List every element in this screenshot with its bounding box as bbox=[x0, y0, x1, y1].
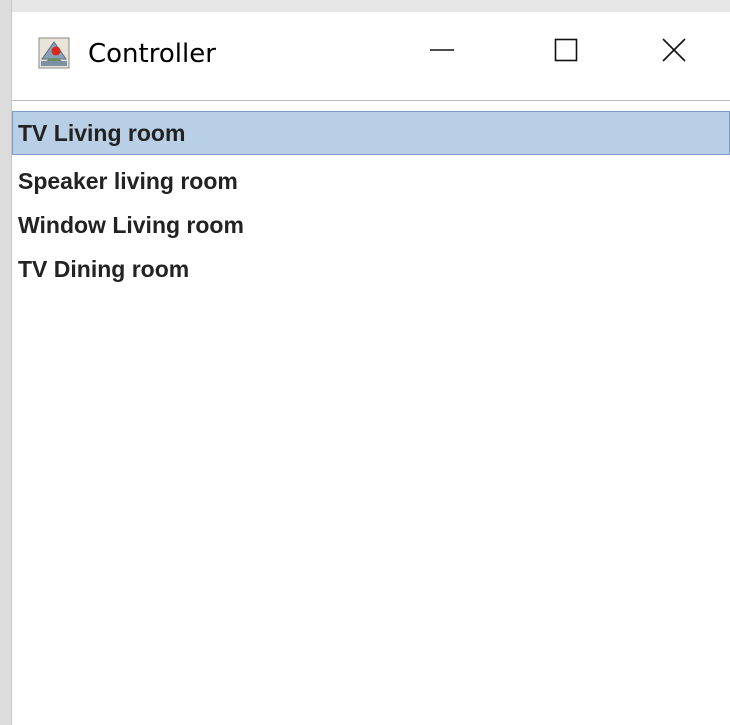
maximize-button[interactable] bbox=[538, 24, 594, 80]
list-item-label: Speaker living room bbox=[18, 168, 238, 194]
list-item-label: TV Dining room bbox=[18, 256, 190, 282]
maximize-icon bbox=[554, 38, 578, 67]
list-item-label: TV Living room bbox=[18, 120, 186, 146]
title-bar[interactable]: Controller bbox=[12, 12, 730, 100]
java-app-icon bbox=[38, 37, 70, 69]
list-item[interactable]: TV Living room bbox=[12, 111, 730, 155]
window-left-border[interactable] bbox=[0, 0, 12, 725]
window-title: Controller bbox=[88, 39, 216, 69]
list-item[interactable]: Window Living room bbox=[12, 203, 730, 247]
list-item[interactable]: Speaker living room bbox=[12, 159, 730, 203]
minimize-icon bbox=[429, 37, 455, 68]
controller-window: Controller TV Living room Speaker living… bbox=[0, 0, 730, 725]
minimize-button[interactable] bbox=[414, 24, 470, 80]
close-button[interactable] bbox=[646, 24, 702, 80]
close-icon bbox=[661, 37, 687, 68]
window-top-edge bbox=[0, 0, 730, 12]
device-list[interactable]: TV Living room Speaker living room Windo… bbox=[12, 100, 730, 725]
list-item[interactable]: TV Dining room bbox=[12, 247, 730, 291]
list-item-label: Window Living room bbox=[18, 212, 244, 238]
